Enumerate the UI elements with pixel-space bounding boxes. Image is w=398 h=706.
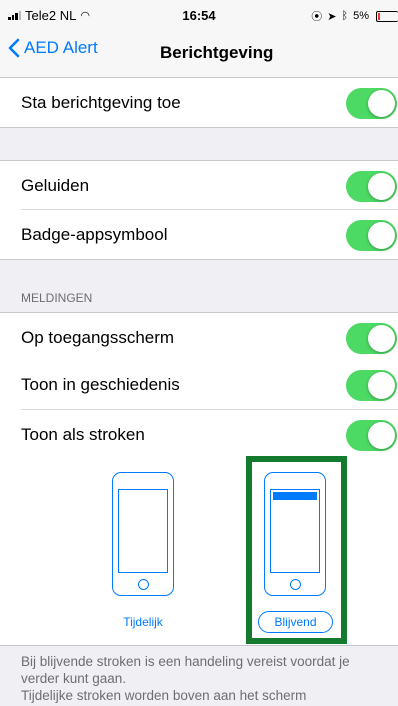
annotation-highlight-box bbox=[246, 456, 347, 644]
alerts-section-header: MELDINGEN bbox=[21, 291, 93, 305]
battery-icon bbox=[376, 10, 398, 22]
chevron-left-icon bbox=[8, 38, 20, 58]
allow-notifications-row: Sta berichtgeving toe bbox=[0, 78, 398, 128]
status-bar: Tele2 NL ◠ 16:54 ⦿ ➤ ᛒ 5% bbox=[0, 0, 398, 30]
badge-toggle[interactable] bbox=[346, 220, 397, 251]
show-banners-label: Toon als stroken bbox=[21, 425, 145, 444]
footer-line-2: verder kunt gaan. bbox=[21, 671, 127, 686]
history-toggle[interactable] bbox=[346, 370, 397, 401]
badge-label: Badge-appsymbool bbox=[21, 224, 168, 244]
allow-notifications-label: Sta berichtgeving toe bbox=[21, 92, 181, 112]
location-icon: ➤ bbox=[327, 10, 337, 23]
orientation-lock-icon: ⦿ bbox=[311, 11, 323, 23]
history-label: Toon in geschiedenis bbox=[21, 375, 180, 394]
footer-line-3: Tijdelijke stroken worden boven aan het … bbox=[21, 688, 307, 703]
history-row: Toon in geschiedenis bbox=[0, 360, 398, 410]
show-banners-toggle[interactable] bbox=[346, 420, 397, 451]
back-button[interactable]: AED Alert bbox=[8, 38, 98, 58]
lock-screen-row: Op toegangsscherm bbox=[0, 312, 398, 362]
sounds-toggle[interactable] bbox=[346, 171, 397, 202]
lock-screen-toggle[interactable] bbox=[346, 323, 397, 354]
footer-line-1: Bij blijvende stroken is een handeling v… bbox=[21, 654, 350, 669]
navigation-bar: AED Alert Berichtgeving bbox=[0, 30, 398, 78]
battery-percent: 5% bbox=[353, 10, 369, 22]
show-banners-row: Toon als stroken bbox=[0, 410, 398, 460]
lock-screen-label: Op toegangsscherm bbox=[21, 327, 175, 347]
bluetooth-icon: ᛒ bbox=[341, 10, 349, 22]
phone-temporary-icon bbox=[112, 472, 174, 596]
banner-style-description: Bij blijvende stroken is een handeling v… bbox=[21, 653, 393, 704]
sounds-label: Geluiden bbox=[21, 175, 90, 195]
badge-row: Badge-appsymbool bbox=[0, 210, 398, 260]
status-right: ⦿ ➤ ᛒ 5% bbox=[311, 8, 398, 24]
page-title: Berichtgeving bbox=[160, 43, 274, 62]
allow-notifications-toggle[interactable] bbox=[346, 88, 397, 119]
back-button-label: AED Alert bbox=[24, 38, 98, 57]
temporary-style-label: Tijdelijk bbox=[123, 615, 163, 629]
sounds-row: Geluiden bbox=[0, 160, 398, 210]
